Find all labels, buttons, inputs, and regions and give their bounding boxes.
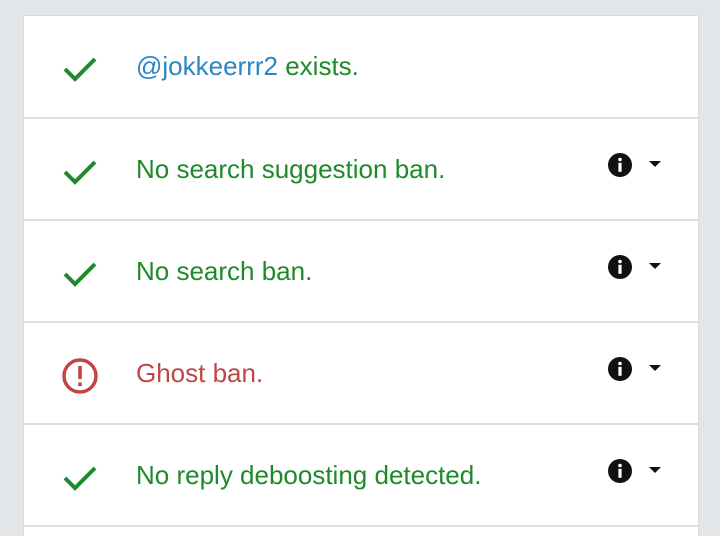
caret-down-icon[interactable] [648, 363, 662, 373]
info-icon[interactable] [608, 459, 632, 483]
user-handle-link[interactable]: @jokkeerrr2 [136, 51, 278, 81]
results-card: @jokkeerrr2 exists. No search suggestion… [23, 15, 699, 536]
info-icon[interactable] [608, 357, 632, 381]
result-row-ghost-ban: Ghost ban. [24, 323, 698, 425]
info-icon[interactable] [608, 153, 632, 177]
check-icon [63, 57, 97, 82]
check-icon [63, 466, 97, 491]
result-text-exists: @jokkeerrr2 exists. [136, 50, 359, 82]
result-label: No search ban. [136, 256, 313, 286]
result-label: No reply deboosting detected. [136, 460, 482, 490]
caret-down-icon[interactable] [648, 261, 662, 271]
caret-down-icon[interactable] [648, 465, 662, 475]
result-label: Ghost ban. [136, 358, 264, 388]
result-row-exists: @jokkeerrr2 exists. [24, 16, 698, 119]
info-icon[interactable] [608, 255, 632, 279]
result-row-search-suggestion: No search suggestion ban. [24, 119, 698, 221]
result-label: exists. [277, 51, 359, 81]
result-row-reply-deboosting: No reply deboosting detected. [24, 425, 698, 527]
check-icon [63, 160, 97, 185]
result-label: No search suggestion ban. [136, 154, 446, 184]
caret-down-icon[interactable] [648, 159, 662, 169]
check-icon [63, 262, 97, 287]
result-row-search-ban: No search ban. [24, 221, 698, 323]
alert-circle-icon [62, 358, 98, 394]
